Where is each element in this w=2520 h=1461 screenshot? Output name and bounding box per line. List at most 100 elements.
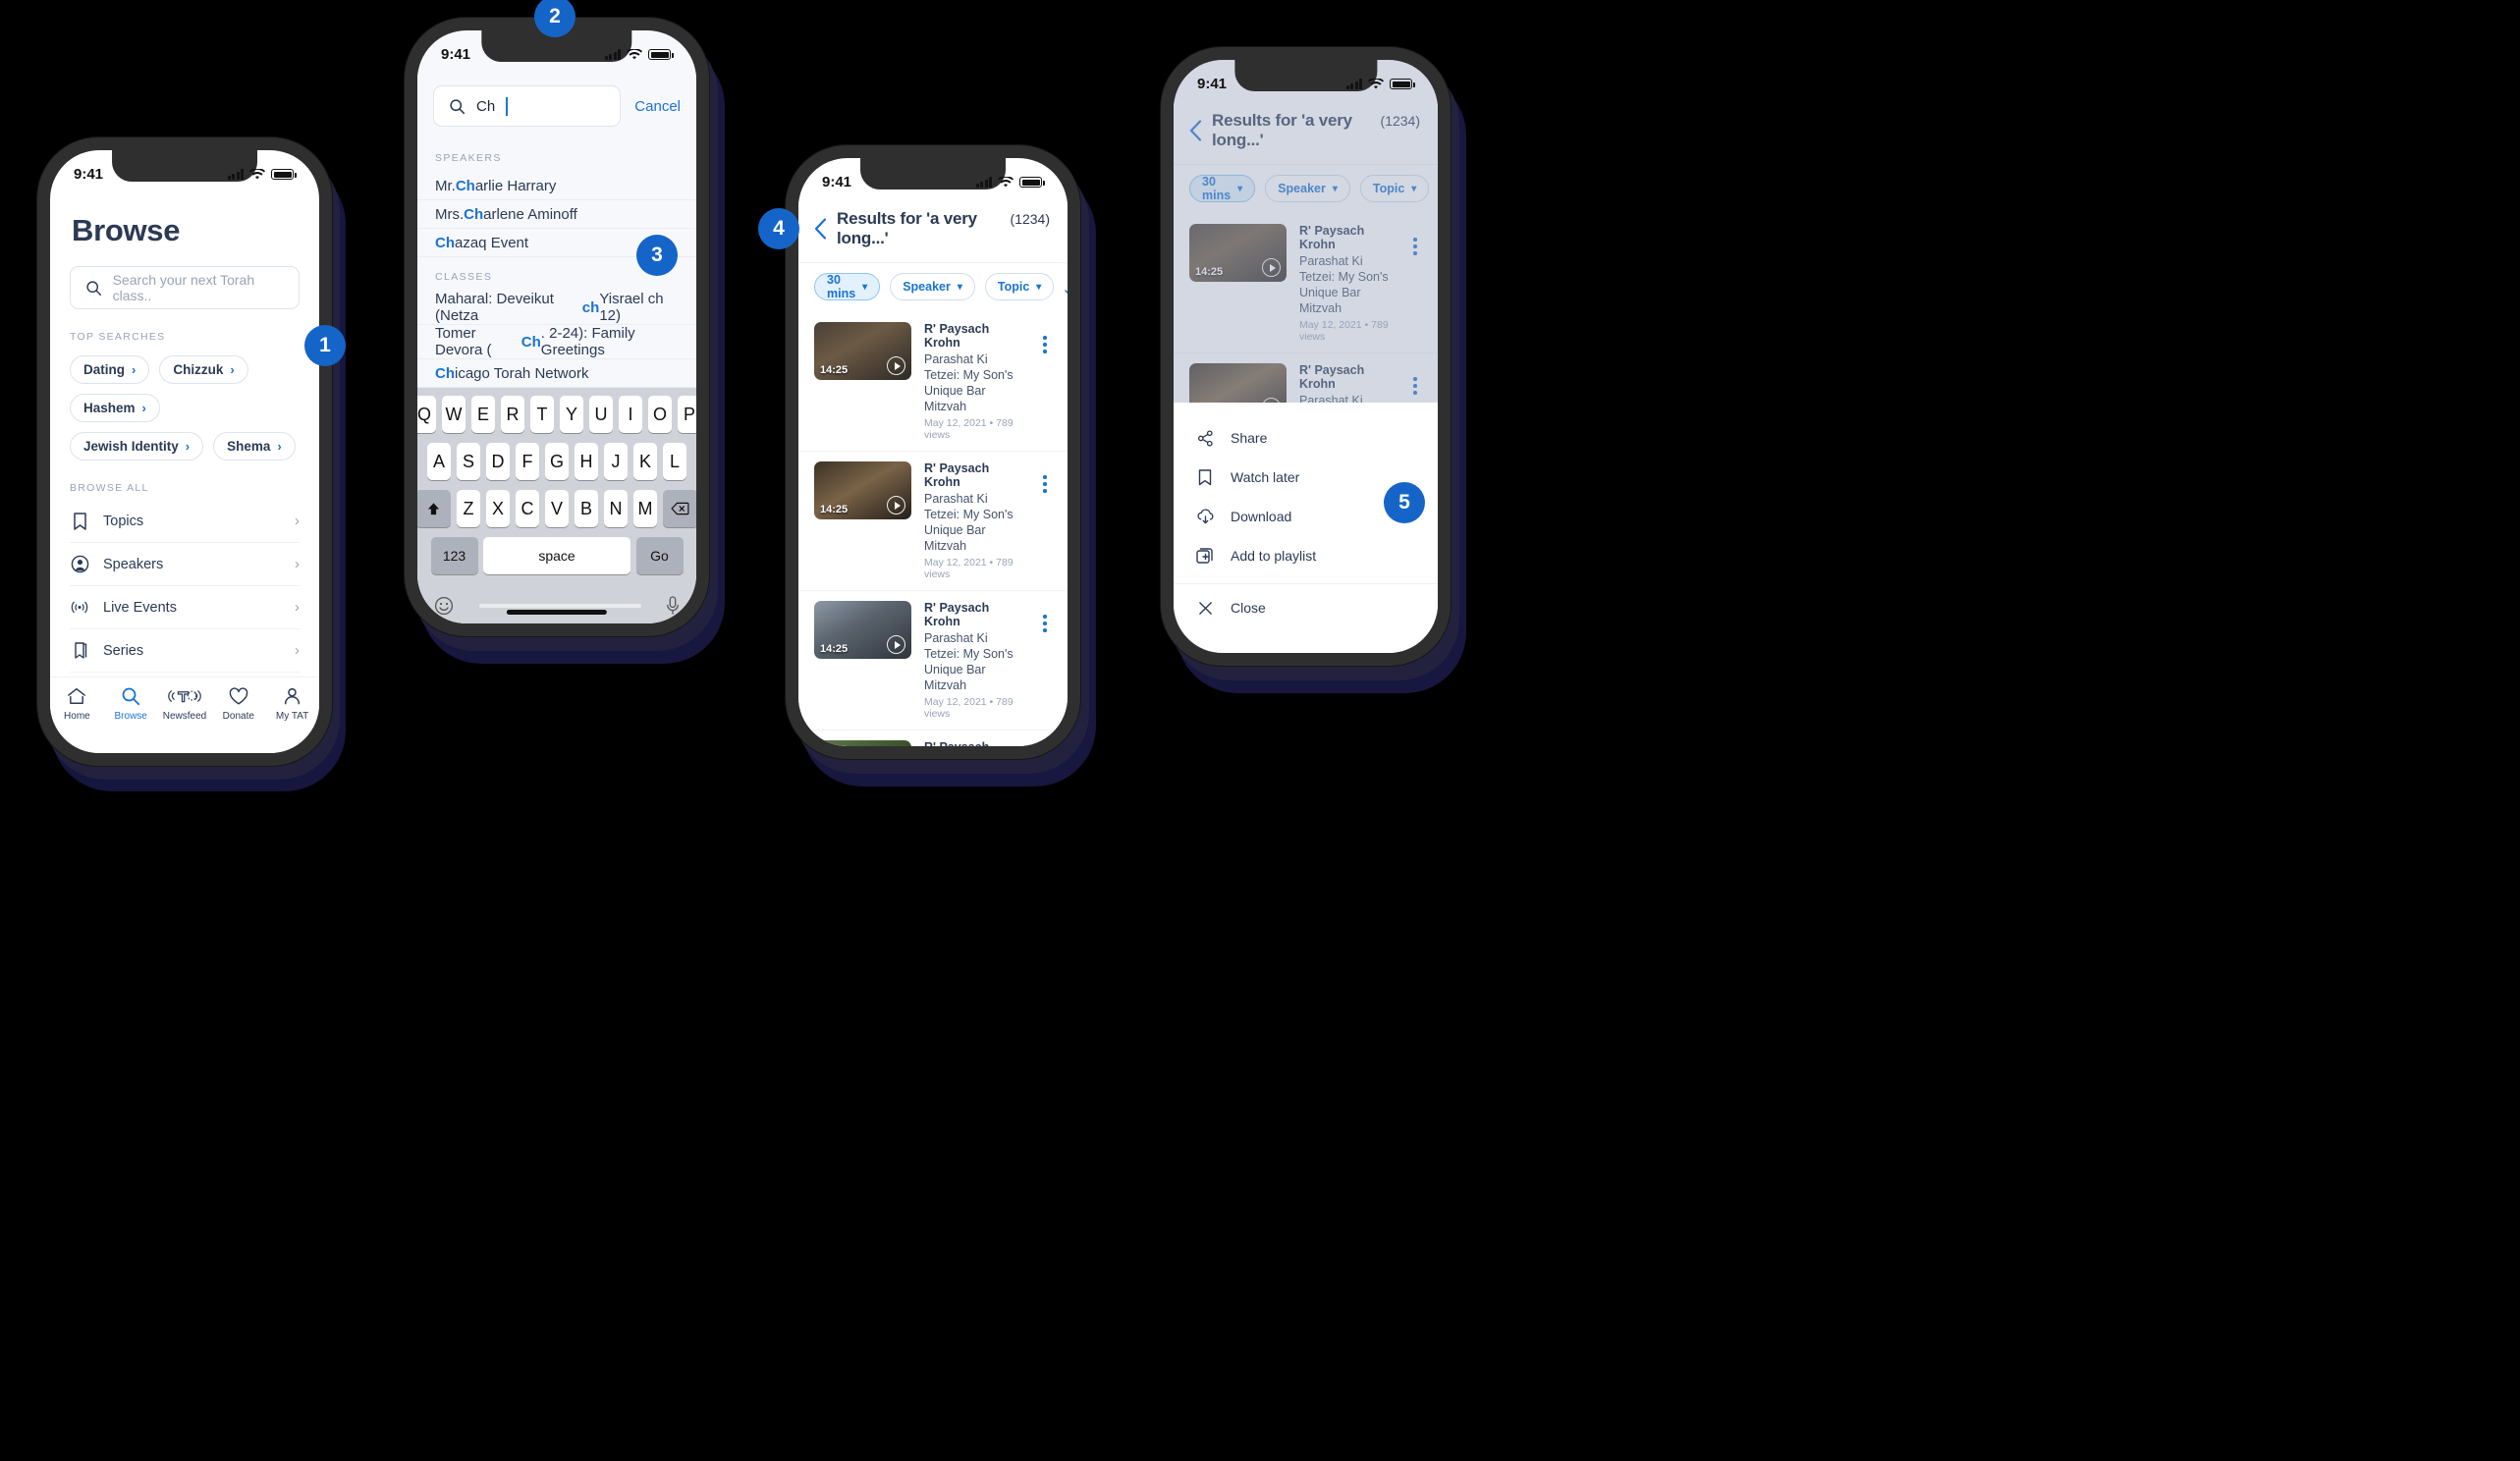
result-row[interactable]: 14:25 R' Paysach Krohn Parashat Ki Tetze… [798, 312, 1068, 452]
sheet-item-label: Add to playlist [1231, 548, 1317, 564]
video-thumbnail[interactable]: 14:25 [814, 322, 911, 380]
search-input[interactable]: Ch [433, 85, 622, 127]
key-b[interactable]: B [574, 490, 599, 527]
chip-jewish-identity[interactable]: Jewish Identity › [70, 432, 204, 460]
result-prefix: Tomer Devora ( [435, 325, 492, 358]
search-result-item[interactable]: Ch icago Torah Network [417, 359, 696, 388]
tab-browse[interactable]: Browse [104, 686, 158, 722]
key-j[interactable]: J [603, 443, 629, 480]
tab-label: Browse [114, 711, 147, 722]
more-options-icon[interactable] [1036, 740, 1054, 746]
key-e[interactable]: E [470, 396, 496, 433]
results-header: Results for 'a very long...' (1234) [798, 199, 1068, 262]
more-options-icon[interactable] [1036, 322, 1054, 353]
key-a[interactable]: A [426, 443, 452, 480]
more-options-icon[interactable] [1036, 601, 1054, 632]
key-h[interactable]: H [574, 443, 599, 480]
chip-label: Chizzuk [173, 362, 224, 377]
chip-hashem[interactable]: Hashem › [70, 394, 160, 422]
more-options-icon[interactable] [1036, 461, 1054, 493]
chevron-right-icon: › [295, 513, 300, 529]
share-icon [1195, 428, 1215, 448]
browse-item-topics[interactable]: Topics › [70, 500, 300, 543]
key-t[interactable]: T [529, 396, 555, 433]
tab-newsfeed[interactable]: Newsfeed [158, 686, 212, 722]
chevron-down-icon: ▾ [862, 281, 868, 293]
home-indicator [506, 610, 608, 615]
go-key[interactable]: Go [635, 537, 684, 574]
tab-my-tat[interactable]: My TAT [265, 686, 319, 722]
back-button[interactable] [814, 218, 827, 240]
key-x[interactable]: X [485, 490, 511, 527]
browse-item-speakers[interactable]: Speakers › [70, 543, 300, 586]
space-key[interactable]: space [483, 537, 630, 574]
filter-bar: 30 mins ▾ Speaker ▾ Topic ▾ [798, 262, 1068, 312]
battery-icon [1390, 79, 1415, 89]
key-y[interactable]: Y [559, 396, 584, 433]
microphone-icon[interactable] [666, 596, 680, 616]
key-q[interactable]: Q [417, 396, 437, 433]
tab-donate[interactable]: Donate [211, 686, 265, 722]
video-thumbnail[interactable]: 14:25 [814, 740, 911, 746]
filter-speaker[interactable]: Speaker ▾ [890, 273, 975, 300]
key-o[interactable]: O [647, 396, 673, 433]
browse-item-series[interactable]: Series › [70, 629, 300, 673]
search-result-item[interactable]: Tomer Devora (Ch. 2-24): Family Greeting… [417, 325, 696, 359]
search-input[interactable]: Search your next Torah class.. [70, 266, 300, 309]
key-z[interactable]: Z [456, 490, 481, 527]
key-s[interactable]: S [456, 443, 481, 480]
result-row[interactable]: 14:25 R' Paysach Krohn Parashat Ki Tetze… [798, 730, 1068, 746]
sheet-item-close[interactable]: Close [1174, 588, 1438, 627]
backspace-key[interactable] [662, 490, 696, 527]
annotation-badge-4: 4 [758, 208, 799, 249]
annotation-badge-3: 3 [636, 235, 678, 276]
key-i[interactable]: I [618, 396, 643, 433]
key-p[interactable]: P [677, 396, 696, 433]
result-row[interactable]: 14:25 R' Paysach Krohn Parashat Ki Tetze… [798, 591, 1068, 730]
key-r[interactable]: R [500, 396, 525, 433]
key-n[interactable]: N [603, 490, 629, 527]
sort-icon[interactable] [1064, 278, 1068, 296]
phone-screen: 9:41 Browse Search your next Torah class… [50, 150, 319, 753]
search-result-item[interactable]: Maharal: Deveikut (Netza ch Yisrael ch 12… [417, 291, 696, 325]
key-c[interactable]: C [515, 490, 540, 527]
video-thumbnail[interactable]: 14:25 [814, 461, 911, 519]
cancel-button[interactable]: Cancel [634, 98, 681, 115]
chip-chizzuk[interactable]: Chizzuk › [159, 355, 248, 384]
search-result-item[interactable]: Mrs. Ch arlene Aminoff [417, 200, 696, 229]
numbers-key[interactable]: 123 [430, 537, 478, 574]
heart-icon [229, 686, 248, 706]
status-icons [604, 42, 674, 61]
result-row[interactable]: 14:25 R' Paysach Krohn Parashat Ki Tetze… [798, 452, 1068, 591]
chip-label: Dating [83, 362, 125, 377]
key-k[interactable]: K [632, 443, 658, 480]
sheet-item-share[interactable]: Share [1174, 418, 1438, 458]
key-d[interactable]: D [485, 443, 511, 480]
keyboard-suggestion-bar [478, 604, 641, 608]
sheet-item-add-to-playlist[interactable]: Add to playlist [1174, 536, 1438, 575]
filter-topic[interactable]: Topic ▾ [984, 273, 1055, 300]
key-m[interactable]: M [632, 490, 658, 527]
key-f[interactable]: F [515, 443, 540, 480]
result-highlight: Ch [435, 364, 455, 382]
browse-item-live-events[interactable]: Live Events › [70, 586, 300, 629]
keyboard-row-2: A S D F G H J K L [420, 443, 693, 480]
page-title: Results for 'a very long...' [837, 209, 977, 247]
video-thumbnail[interactable]: 14:25 [814, 601, 911, 659]
video-duration: 14:25 [820, 643, 849, 655]
key-w[interactable]: W [441, 396, 466, 433]
emoji-icon[interactable] [434, 596, 454, 616]
search-result-item[interactable]: Mr. Ch arlie Harrary [417, 172, 696, 200]
chip-shema[interactable]: Shema › [213, 432, 296, 460]
results-count: (1234) [1010, 211, 1050, 227]
shift-key[interactable] [417, 490, 452, 527]
key-u[interactable]: U [588, 396, 614, 433]
filter-duration[interactable]: 30 mins ▾ [814, 273, 881, 300]
keyboard-row-3: Z X C V B N M [417, 490, 696, 527]
key-g[interactable]: G [544, 443, 570, 480]
tab-home[interactable]: Home [50, 686, 104, 722]
key-l[interactable]: L [662, 443, 687, 480]
chip-dating[interactable]: Dating › [70, 355, 150, 384]
bookmark-icon [70, 512, 89, 531]
key-v[interactable]: V [544, 490, 570, 527]
